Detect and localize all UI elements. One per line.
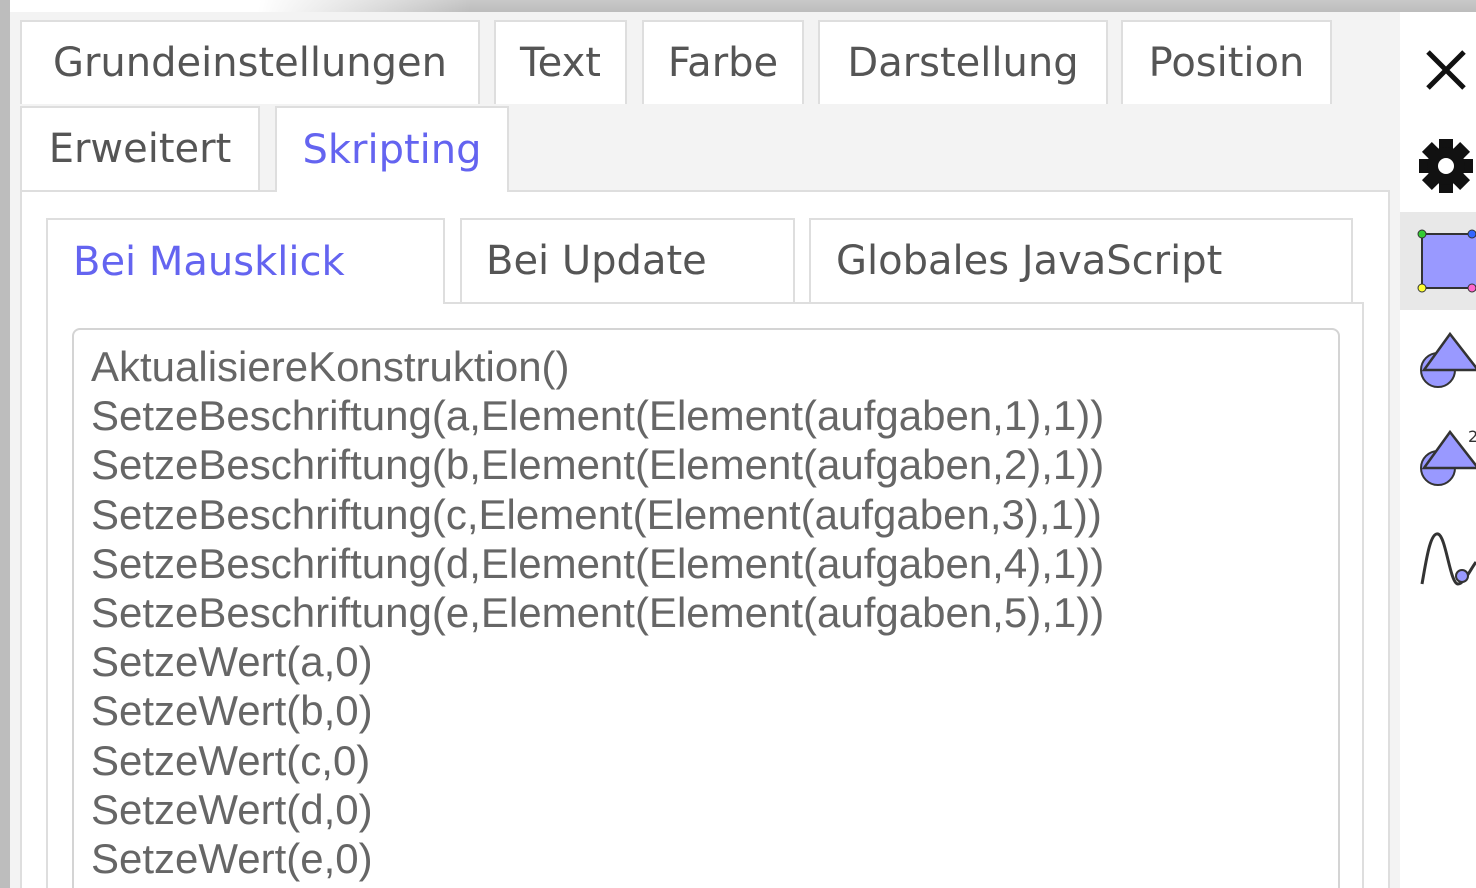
close-icon bbox=[1426, 50, 1466, 90]
tab-text[interactable]: Text bbox=[494, 20, 627, 104]
function-graph-icon bbox=[1420, 532, 1476, 586]
close-button[interactable] bbox=[1400, 42, 1476, 92]
script-line: SetzeWert(d,0) bbox=[91, 785, 373, 833]
script-line: SetzeWert(a,0) bbox=[91, 638, 373, 686]
subtab-bei-mausklick[interactable]: Bei Mausklick bbox=[46, 218, 445, 304]
script-line: AktualisiereKonstruktion() bbox=[91, 343, 570, 390]
properties-window: Grundeinstellungen Text Farbe Darstellun… bbox=[0, 0, 1476, 888]
tab-grundeinstellungen[interactable]: Grundeinstellungen bbox=[20, 20, 480, 104]
window-left-edge bbox=[0, 0, 10, 888]
script-line: SetzeBeschriftung(d,Element(Element(aufg… bbox=[91, 539, 1105, 587]
settings-button[interactable] bbox=[1400, 134, 1476, 198]
tab-darstellung[interactable]: Darstellung bbox=[818, 20, 1108, 104]
window-top-edge bbox=[0, 0, 1476, 12]
script-line: SetzeWert(e,0) bbox=[91, 835, 373, 883]
polygon-tool-button[interactable] bbox=[1400, 212, 1476, 310]
superscript-label: 2 bbox=[1468, 427, 1476, 446]
script-line: SetzeWert(c,0) bbox=[91, 736, 371, 784]
right-toolbar: 2 bbox=[1400, 12, 1476, 888]
subtab-globales-javascript[interactable]: Globales JavaScript bbox=[809, 218, 1353, 302]
script-line: SetzeBeschriftung(a,Element(Element(aufg… bbox=[91, 392, 1105, 440]
script-editor[interactable]: AktualisiereKonstruktion() SetzeBeschrif… bbox=[72, 328, 1340, 888]
polygon-tool-icon bbox=[1417, 229, 1476, 293]
tab-skripting[interactable]: Skripting bbox=[275, 106, 509, 192]
tab-farbe[interactable]: Farbe bbox=[642, 20, 804, 104]
tab-erweitert[interactable]: Erweitert bbox=[20, 106, 260, 190]
script-line: SetzeBeschriftung(b,Element(Element(aufg… bbox=[91, 441, 1105, 489]
shapes-tool-button[interactable] bbox=[1400, 330, 1476, 396]
shapes-squared-tool-icon: 2 bbox=[1420, 427, 1476, 486]
subtab-bei-update[interactable]: Bei Update bbox=[460, 218, 795, 302]
tab-position[interactable]: Position bbox=[1121, 20, 1332, 104]
script-line: SetzeBeschriftung(c,Element(Element(aufg… bbox=[91, 490, 1102, 538]
script-line: SetzeWert(b,0) bbox=[91, 687, 373, 735]
shapes-squared-tool-button[interactable]: 2 bbox=[1400, 426, 1476, 494]
script-line: SetzeBeschriftung(e,Element(Element(aufg… bbox=[91, 589, 1105, 637]
function-graph-button[interactable] bbox=[1400, 522, 1476, 602]
shapes-tool-icon bbox=[1420, 331, 1476, 388]
gear-icon bbox=[1419, 139, 1473, 193]
